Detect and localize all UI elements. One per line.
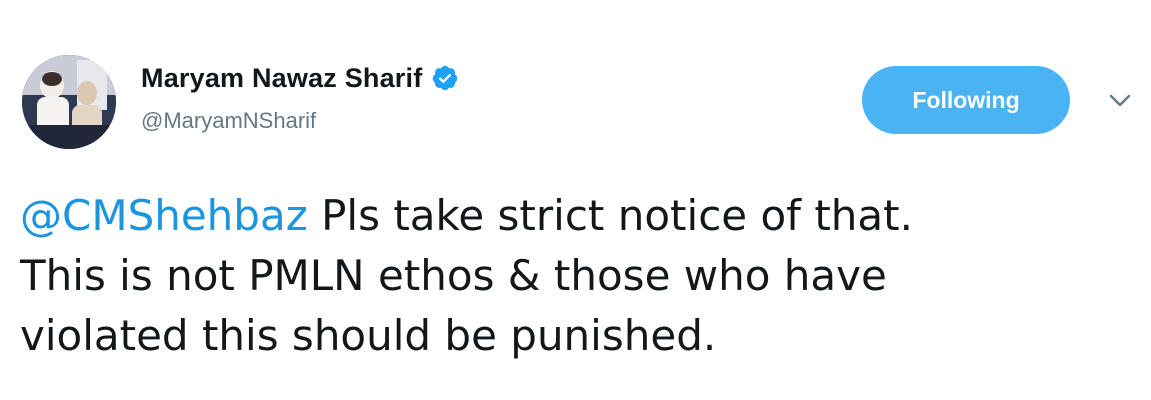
tweet-text-line2: This is not PMLN ethos & those who have: [20, 251, 887, 300]
author-handle[interactable]: @MaryamNSharif: [141, 108, 316, 134]
following-button[interactable]: Following: [862, 66, 1070, 134]
mention-link[interactable]: @CMShehbaz: [20, 191, 308, 240]
verified-badge-icon: [431, 64, 459, 92]
tweet-text-line3: violated this should be punished.: [20, 311, 717, 360]
avatar-photo: [22, 55, 116, 149]
author-display-name[interactable]: Maryam Nawaz Sharif: [141, 63, 422, 94]
avatar[interactable]: [22, 55, 116, 149]
tweet-text-line1: Pls take strict notice of that.: [307, 191, 913, 240]
author-name-row: Maryam Nawaz Sharif: [141, 60, 459, 96]
chevron-down-icon[interactable]: [1107, 90, 1133, 110]
tweet-card: Maryam Nawaz Sharif @MaryamNSharif Follo…: [0, 0, 1151, 400]
tweet-text: @CMShehbaz Pls take strict notice of tha…: [20, 186, 1120, 366]
